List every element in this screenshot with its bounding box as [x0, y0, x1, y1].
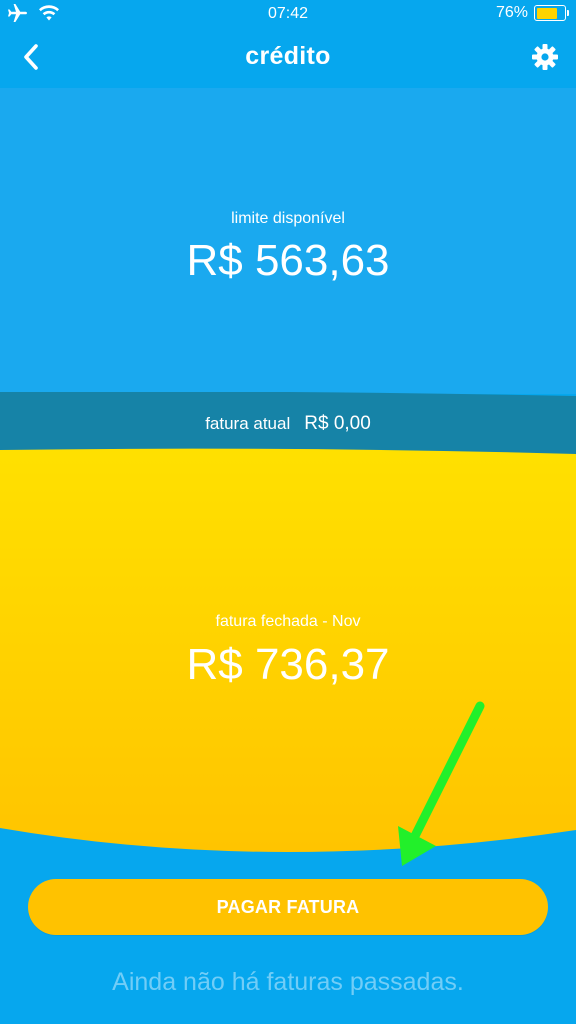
battery-icon: [534, 5, 569, 21]
annotation-arrow-icon: [398, 701, 485, 866]
battery-fill: [536, 7, 558, 19]
settings-button[interactable]: [528, 42, 562, 76]
battery-percent: 76%: [495, 4, 528, 21]
current-invoice-band[interactable]: fatura atual R$ 0,00: [0, 392, 576, 454]
page-title: crédito: [245, 42, 331, 70]
no-past-invoices-message: Ainda não há faturas passadas.: [112, 968, 464, 996]
credit-limit-amount: R$ 563,63: [186, 236, 390, 285]
closed-invoice-amount: R$ 736,37: [186, 640, 390, 689]
current-invoice-amount: R$ 0,00: [304, 413, 371, 434]
closed-invoice-label: fatura fechada - Nov: [215, 613, 361, 630]
credit-limit-label: limite disponível: [231, 210, 345, 227]
credit-limit-section: limite disponível R$ 563,63: [0, 88, 576, 394]
gear-icon: [531, 43, 559, 76]
nav-bar: crédito: [0, 30, 576, 88]
status-bar: 07:42 76%: [0, 0, 576, 30]
status-right: 76%: [495, 4, 569, 22]
pay-invoice-button[interactable]: PAGAR FATURA: [28, 879, 548, 935]
current-invoice-label: fatura atual: [205, 414, 291, 433]
status-time: 07:42: [267, 5, 309, 22]
current-invoice-text: fatura atual R$ 0,00: [0, 413, 576, 435]
